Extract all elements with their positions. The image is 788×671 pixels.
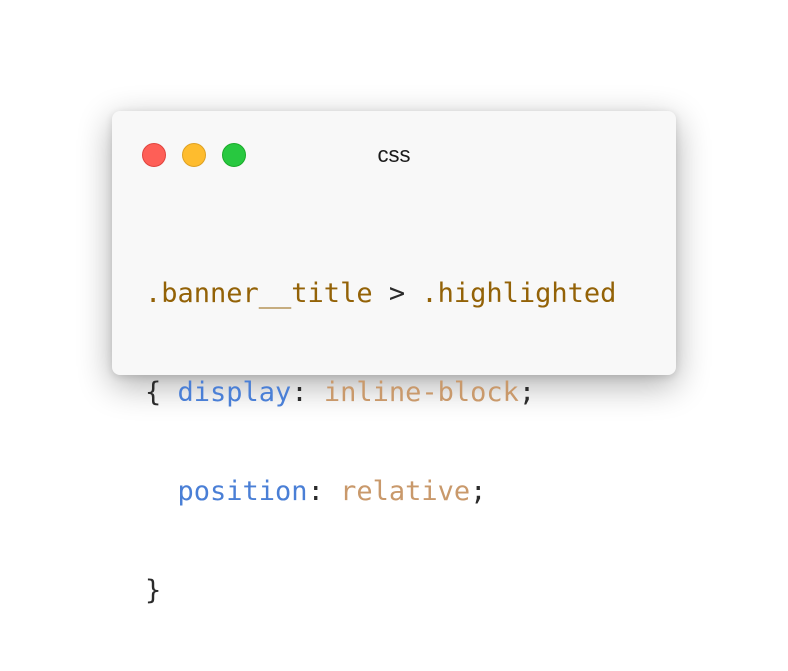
code-combinator: > (372, 278, 422, 309)
code-block: .banner__title > .highlighted { display:… (145, 213, 616, 671)
code-line-1: .banner__title > .highlighted (145, 275, 616, 312)
code-semicolon: ; (470, 476, 487, 507)
code-property: display (177, 377, 292, 408)
code-colon: : (291, 377, 324, 408)
code-selector: .highlighted (421, 278, 617, 309)
code-line-3: position: relative; (145, 473, 616, 510)
code-value: relative (340, 476, 471, 507)
code-line-4: } (145, 572, 616, 609)
code-brace-open: { (145, 377, 178, 408)
code-line-2: { display: inline-block; (145, 374, 616, 411)
code-property: position (177, 476, 308, 507)
code-colon: : (307, 476, 341, 507)
window-title: css (377, 142, 411, 167)
code-value: inline-block (323, 377, 519, 408)
code-semicolon: ; (518, 377, 536, 408)
code-selector: .banner__title (145, 278, 373, 309)
code-window: css .banner__title > .highlighted { disp… (112, 111, 676, 606)
code-brace-close: } (145, 575, 162, 606)
